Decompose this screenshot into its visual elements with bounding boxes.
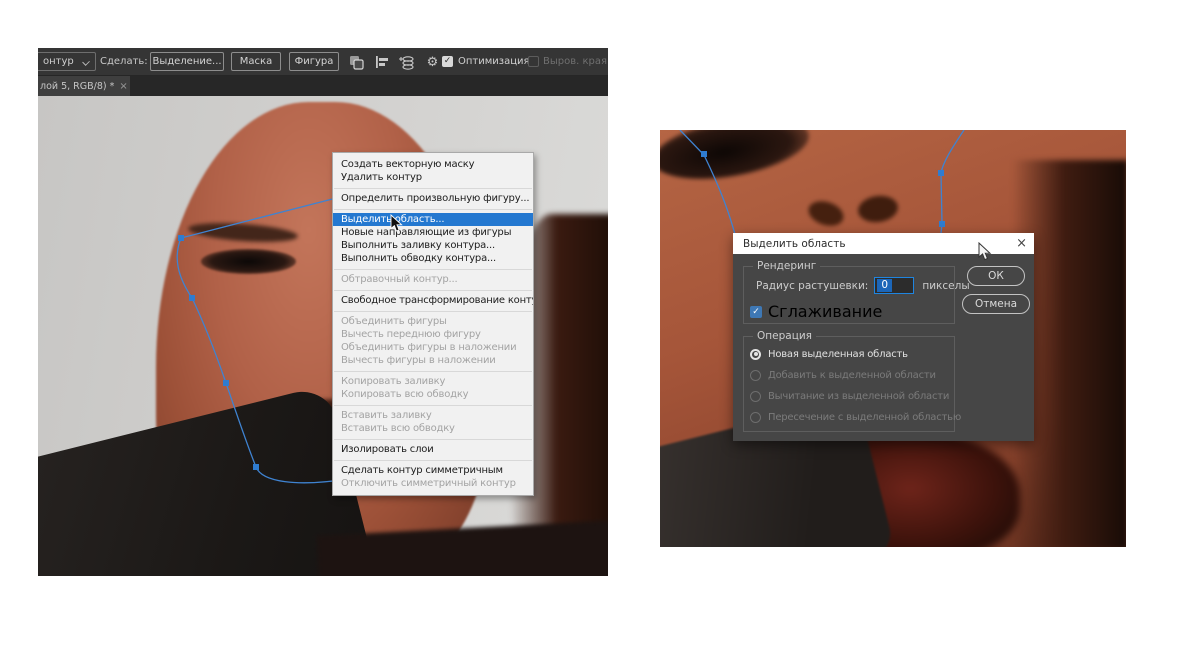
menu-separator xyxy=(334,370,532,372)
dialog-close-icon[interactable]: × xyxy=(1016,236,1027,251)
feather-radius-label: Радиус растушевки: xyxy=(756,279,869,292)
cancel-button[interactable]: Отмена xyxy=(962,294,1030,314)
make-selection-button[interactable]: Выделение... xyxy=(150,52,224,71)
pen-path-line xyxy=(176,194,349,484)
path-arrangement-icon[interactable] xyxy=(398,54,415,70)
tool-mode-label: онтур xyxy=(43,56,74,67)
photoshop-dialog-screenshot: Выделить область × Рендеринг Радиус раст… xyxy=(660,130,1126,547)
feather-unit-label: пикселы xyxy=(922,279,970,292)
radio-off-icon xyxy=(750,390,761,402)
dialog-title: Выделить область xyxy=(743,237,846,250)
radio-label: Добавить к выделенной области xyxy=(768,369,936,381)
document-tab-title: лой 5, RGB/8) * xyxy=(40,80,115,92)
radio-off-icon xyxy=(750,411,761,423)
radio-add-to-selection: Добавить к выделенной области xyxy=(750,368,936,382)
menu-separator xyxy=(334,187,532,189)
chevron-down-icon xyxy=(82,58,90,66)
radio-label: Пересечение с выделенной областью xyxy=(768,411,962,423)
antialias-label: Сглаживание xyxy=(768,302,883,321)
menu-separator xyxy=(334,438,532,440)
make-mask-button[interactable]: Маска xyxy=(231,52,281,71)
path-anchor-point[interactable] xyxy=(253,464,259,470)
menu-item-paste-stroke: Вставить всю обводку xyxy=(341,423,455,434)
menu-separator xyxy=(334,459,532,461)
gear-icon[interactable]: ⚙ xyxy=(424,54,441,70)
pen-path-line xyxy=(679,130,738,243)
path-operations-icon[interactable] xyxy=(348,54,365,70)
photoshop-window-screenshot: онтур Сделать: Выделение... Маска Фигура… xyxy=(38,48,608,576)
menu-item-new-guides-from-shape[interactable]: Новые направляющие из фигуры xyxy=(333,226,533,239)
radio-label: Вычитание из выделенной области xyxy=(768,390,950,402)
menu-item-define-custom-shape[interactable]: Определить произвольную фигуру... xyxy=(333,192,533,205)
align-edges-label: Выров. края xyxy=(543,56,608,67)
menu-item-copy-stroke: Копировать всю обводку xyxy=(341,389,469,400)
menu-item-paste-fill: Вставить заливку xyxy=(341,410,432,421)
optimize-label: Оптимизация xyxy=(458,56,530,67)
image-canvas[interactable]: Создать векторную маску Удалить контур О… xyxy=(38,96,608,576)
menu-separator xyxy=(334,404,532,406)
menu-item-clipping-path: Обтравочный контур... xyxy=(341,274,458,285)
menu-item-stroke-path[interactable]: Выполнить обводку контура... xyxy=(333,252,533,265)
feather-radius-value: 0 xyxy=(877,279,893,292)
operation-group-label: Операция xyxy=(753,330,816,342)
optimize-checkbox[interactable]: ✓ xyxy=(442,56,453,67)
feather-radius-input[interactable]: 0 xyxy=(874,277,915,294)
rendering-group: Рендеринг Радиус растушевки: 0 пикселы ✓… xyxy=(743,260,970,324)
menu-item-disable-symmetric-path: Отключить симметричный контур xyxy=(341,478,516,489)
menu-item-make-selection[interactable]: Выделить область... xyxy=(333,213,533,226)
path-anchor-point[interactable] xyxy=(189,295,195,301)
menu-item-make-path-symmetric[interactable]: Сделать контур симметричным xyxy=(333,464,533,477)
menu-separator xyxy=(334,208,532,210)
tool-mode-dropdown[interactable]: онтур xyxy=(38,52,96,71)
cursor-arrow xyxy=(978,241,992,266)
menu-item-unite-shapes: Объединить фигуры xyxy=(341,316,447,327)
path-anchor-point[interactable] xyxy=(701,151,707,157)
options-bar: онтур Сделать: Выделение... Маска Фигура… xyxy=(38,48,608,76)
path-anchor-point[interactable] xyxy=(223,380,229,386)
menu-separator xyxy=(334,310,532,312)
path-anchor-point[interactable] xyxy=(178,235,184,241)
menu-separator xyxy=(334,289,532,291)
radio-subtract-from-selection: Вычитание из выделенной области xyxy=(750,389,949,403)
document-tab-bar: лой 5, RGB/8) * × xyxy=(38,76,608,96)
menu-item-delete-path[interactable]: Удалить контур xyxy=(333,171,533,184)
menu-item-free-transform-path[interactable]: Свободное трансформирование контура xyxy=(333,294,533,307)
radio-on-icon[interactable] xyxy=(750,348,761,360)
radio-new-selection[interactable]: Новая выделенная область xyxy=(750,347,908,361)
align-edges-checkbox[interactable] xyxy=(528,56,539,67)
operation-group: Операция Новая выделенная область Добави… xyxy=(743,330,961,432)
menu-item-subtract-shapes-at-overlap: Вычесть фигуры в наложении xyxy=(341,355,496,366)
path-anchor-point[interactable] xyxy=(939,221,945,227)
antialias-row: ✓ Сглаживание xyxy=(750,302,882,321)
document-tab[interactable]: лой 5, RGB/8) * × xyxy=(38,76,130,96)
radio-intersect-with-selection: Пересечение с выделенной областью xyxy=(750,410,961,424)
path-alignment-icon[interactable] xyxy=(374,54,391,70)
menu-item-create-vector-mask[interactable]: Создать векторную маску xyxy=(333,158,533,171)
ok-button[interactable]: ОК xyxy=(967,266,1025,286)
make-shape-button[interactable]: Фигура xyxy=(289,52,339,71)
path-anchor-point[interactable] xyxy=(938,170,944,176)
path-context-menu: Создать векторную маску Удалить контур О… xyxy=(332,152,534,496)
antialias-checkbox[interactable]: ✓ xyxy=(750,305,762,318)
radio-label: Новая выделенная область xyxy=(768,348,908,360)
menu-item-isolate-layers[interactable]: Изолировать слои xyxy=(333,443,533,456)
radio-off-icon xyxy=(750,369,761,381)
feather-radius-row: Радиус растушевки: 0 пикселы xyxy=(756,277,970,294)
cursor-arrow xyxy=(390,213,403,237)
menu-item-unite-shapes-at-overlap: Объединить фигуры в наложении xyxy=(341,342,517,353)
menu-separator xyxy=(334,268,532,270)
make-label: Сделать: xyxy=(100,56,148,67)
tab-close-icon[interactable]: × xyxy=(119,81,127,92)
menu-item-fill-path[interactable]: Выполнить заливку контура... xyxy=(333,239,533,252)
rendering-group-label: Рендеринг xyxy=(753,260,821,272)
menu-item-copy-fill: Копировать заливку xyxy=(341,376,446,387)
menu-item-subtract-front-shape: Вычесть переднюю фигуру xyxy=(341,329,481,340)
